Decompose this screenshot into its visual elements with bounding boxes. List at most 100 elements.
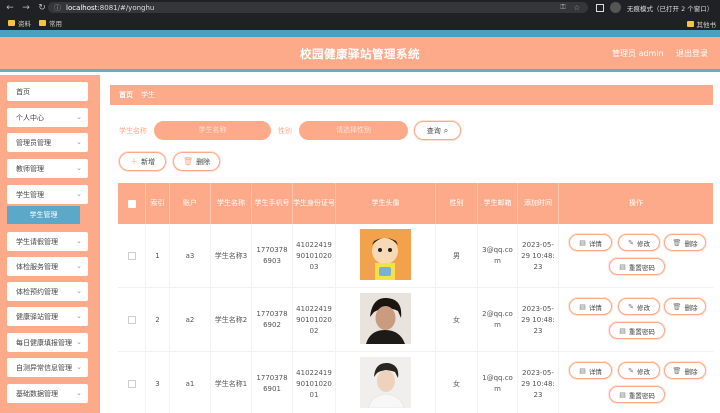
add-button[interactable]: ＋新增	[119, 152, 166, 171]
gender-select[interactable]	[299, 121, 408, 140]
col-gender[interactable]: 性别	[436, 183, 478, 224]
detail-button[interactable]: ▤ 详情	[569, 298, 612, 315]
reset-password-button[interactable]: ▤ 重置密码	[609, 258, 665, 275]
chevron-down-icon: ⌄	[76, 164, 82, 172]
select-all-checkbox[interactable]	[127, 199, 136, 208]
sidebar-item-label: 体检服务管理	[16, 262, 58, 271]
star-icon[interactable]: ☆	[574, 4, 580, 12]
top-strip	[0, 30, 720, 37]
cell-phone: 17703786903	[252, 224, 293, 288]
reset-password-button[interactable]: ▤ 重置密码	[609, 386, 665, 403]
sidebar-item-label: 每日健康填报管理	[16, 338, 72, 347]
reset-password-button[interactable]: ▤ 重置密码	[609, 322, 665, 339]
cell-name: 学生名称3	[211, 224, 252, 288]
sidebar-item-label: 学生请假管理	[16, 237, 58, 246]
sidebar-item[interactable]: 学生管理 ⌄	[7, 185, 88, 204]
sidepanel-icon[interactable]	[596, 3, 604, 12]
row-select-cell[interactable]	[118, 288, 146, 352]
row-select-cell[interactable]	[118, 352, 146, 413]
chevron-down-icon: ⌄	[76, 287, 82, 295]
cell-name: 学生名称2	[211, 288, 252, 352]
breadcrumb-home[interactable]: 首页	[119, 90, 133, 100]
edit-button[interactable]: ✎ 修改	[618, 362, 660, 379]
submenu-item-active[interactable]: 学生管理	[7, 206, 80, 224]
edit-button[interactable]: ✎ 修改	[618, 298, 660, 315]
key-icon[interactable]: ⚿	[560, 3, 565, 12]
bookmarks-bar: 资料 常用 其他书	[0, 16, 720, 30]
cell-idcard: 410224199010102001	[293, 352, 336, 413]
sidebar-item[interactable]: 每日健康填报管理 ⌄	[7, 333, 88, 352]
row-checkbox[interactable]	[127, 316, 136, 324]
cell-gender: 女	[436, 352, 478, 413]
cell-time: 2023-05-29 10:48:23	[518, 352, 559, 413]
row-checkbox[interactable]	[127, 380, 136, 388]
bookmark-folder[interactable]: 资料	[8, 18, 31, 28]
col-idcard[interactable]: 学生身份证号	[293, 183, 336, 224]
name-search-input[interactable]	[154, 121, 271, 140]
pencil-icon: ✎	[628, 302, 634, 311]
edit-button[interactable]: ✎ 修改	[618, 234, 660, 251]
table-row: 3 a1 学生名称1 17703786901 410224199010102001 女 1@…	[118, 352, 713, 413]
reload-icon[interactable]: ↻	[36, 2, 48, 14]
sidebar-item[interactable]: 体检预约管理 ⌄	[7, 282, 88, 301]
info-icon: ⓘ	[54, 3, 61, 12]
sidebar-item[interactable]: 个人中心 ⌄	[7, 108, 88, 127]
sidebar-item[interactable]: 管理员管理 ⌄	[7, 133, 88, 152]
forward-icon[interactable]: →	[20, 2, 32, 14]
plus-icon: ＋	[130, 157, 138, 166]
col-time[interactable]: 添加时间	[518, 183, 559, 224]
chevron-down-icon: ⌄	[76, 312, 82, 320]
sidebar-item-label: 体检预约管理	[16, 287, 58, 296]
trash-icon: 🗑	[182, 157, 194, 166]
col-phone[interactable]: 学生手机号	[252, 183, 293, 224]
col-email[interactable]: 学生邮箱	[478, 183, 518, 224]
cell-index: 1	[146, 224, 170, 288]
other-bookmarks[interactable]: 其他书	[686, 19, 716, 29]
bookmark-folder[interactable]: 常用	[39, 18, 62, 28]
sidebar-item[interactable]: 首页	[7, 82, 88, 101]
delete-button[interactable]: 🗑 删除	[664, 234, 706, 251]
breadcrumb: 首页 学生	[110, 85, 713, 105]
name-search-label: 学生名称	[119, 127, 147, 135]
batch-delete-button[interactable]: 🗑 删除	[173, 152, 220, 171]
sidebar-item-label: 教师管理	[16, 164, 44, 173]
sidebar-item[interactable]: 体检服务管理 ⌄	[7, 257, 88, 276]
document-icon: ▤	[619, 262, 626, 271]
row-select-cell[interactable]	[118, 224, 146, 288]
cell-time: 2023-05-29 10:48:23	[518, 224, 559, 288]
student-avatar	[360, 292, 411, 348]
sidebar-item-label: 自测异常信息管理	[16, 363, 72, 372]
col-name[interactable]: 学生名称	[211, 183, 252, 224]
select-all-cell[interactable]	[118, 183, 146, 224]
col-index: 索引	[146, 183, 170, 224]
address-bar[interactable]: ⓘ localhost:8081/#/yonghu ⚿ ☆	[48, 2, 588, 13]
delete-button[interactable]: 🗑 删除	[664, 362, 706, 379]
logout-link[interactable]: 退出登录	[676, 48, 708, 59]
cell-avatar	[336, 352, 436, 413]
browser-chrome: ← → ↻ ⓘ localhost:8081/#/yonghu ⚿ ☆ 无痕模式…	[0, 0, 720, 30]
chevron-down-icon: ⌄	[76, 190, 82, 198]
sidebar-item[interactable]: 学生请假管理 ⌄	[7, 232, 88, 251]
folder-icon	[39, 20, 46, 26]
trash-icon: 🗑	[672, 366, 682, 375]
search-icon: ⌕	[443, 125, 449, 135]
col-account[interactable]: 账户	[170, 183, 211, 224]
row-checkbox[interactable]	[127, 252, 136, 260]
student-avatar	[360, 356, 411, 412]
document-icon: ▤	[579, 238, 586, 247]
sidebar-item[interactable]: 健康驿站管理 ⌄	[7, 307, 88, 326]
cell-idcard: 410224199010102003	[293, 224, 336, 288]
query-button[interactable]: 查询 ⌕	[414, 121, 461, 140]
detail-button[interactable]: ▤ 详情	[569, 234, 612, 251]
sidebar-item[interactable]: 自测异常信息管理 ⌄	[7, 358, 88, 377]
delete-button[interactable]: 🗑 删除	[664, 298, 706, 315]
cell-account: a1	[170, 352, 211, 413]
back-icon[interactable]: ←	[4, 2, 16, 14]
gender-search-label: 性别	[278, 127, 292, 135]
trash-icon: 🗑	[672, 238, 682, 247]
detail-button[interactable]: ▤ 详情	[569, 362, 612, 379]
sidebar-item[interactable]: 教师管理 ⌄	[7, 159, 88, 178]
sidebar-item[interactable]: 基础数据管理 ⌄	[7, 384, 88, 403]
col-avatar[interactable]: 学生头像	[336, 183, 436, 224]
cell-avatar	[336, 288, 436, 352]
